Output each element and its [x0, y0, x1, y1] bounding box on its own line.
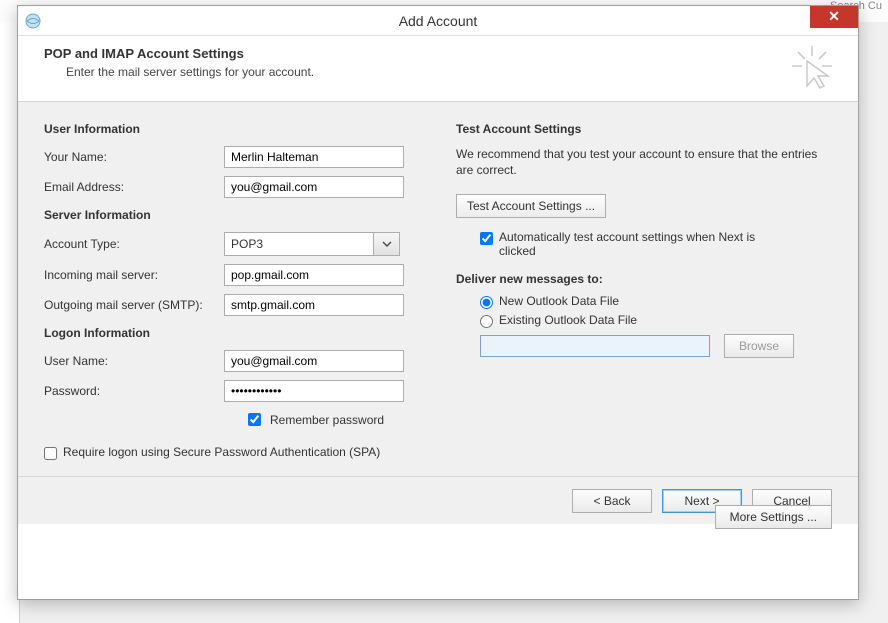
outgoing-server-label: Outgoing mail server (SMTP):	[44, 298, 224, 312]
subheader-title: POP and IMAP Account Settings	[44, 46, 832, 61]
chevron-down-icon	[382, 239, 392, 249]
user-info-heading: User Information	[44, 122, 420, 136]
deliver-new-label: New Outlook Data File	[499, 294, 619, 308]
deliver-new-radio[interactable]	[480, 296, 493, 309]
test-settings-description: We recommend that you test your account …	[456, 146, 832, 178]
spa-label: Require logon using Secure Password Auth…	[63, 445, 380, 459]
left-column: User Information Your Name: Email Addres…	[44, 122, 420, 464]
incoming-server-input[interactable]	[224, 264, 404, 286]
right-column: Test Account Settings We recommend that …	[456, 122, 832, 464]
more-settings-button[interactable]: More Settings ...	[715, 505, 832, 529]
remember-password-label: Remember password	[270, 413, 384, 427]
subheader-subtitle: Enter the mail server settings for your …	[66, 65, 832, 79]
deliver-heading: Deliver new messages to:	[456, 272, 832, 286]
dialog-title: Add Account	[18, 13, 858, 29]
cursor-star-icon	[792, 46, 836, 95]
deliver-existing-label: Existing Outlook Data File	[499, 313, 637, 327]
spa-checkbox[interactable]	[44, 447, 57, 460]
auto-test-label: Automatically test account settings when…	[499, 230, 779, 258]
server-info-heading: Server Information	[44, 208, 420, 222]
account-type-dropdown-button[interactable]	[374, 232, 400, 256]
test-settings-heading: Test Account Settings	[456, 122, 832, 136]
browse-button[interactable]: Browse	[724, 334, 794, 358]
account-type-value: POP3	[224, 232, 374, 256]
your-name-label: Your Name:	[44, 150, 224, 164]
email-input[interactable]	[224, 176, 404, 198]
outgoing-server-input[interactable]	[224, 294, 404, 316]
username-label: User Name:	[44, 354, 224, 368]
deliver-existing-radio[interactable]	[480, 315, 493, 328]
dialog-subheader: POP and IMAP Account Settings Enter the …	[18, 36, 858, 102]
password-input[interactable]	[224, 380, 404, 402]
password-label: Password:	[44, 384, 224, 398]
account-type-label: Account Type:	[44, 237, 224, 251]
existing-data-file-input[interactable]	[480, 335, 710, 357]
close-icon: ✕	[828, 8, 840, 25]
your-name-input[interactable]	[224, 146, 404, 168]
username-input[interactable]	[224, 350, 404, 372]
remember-password-checkbox[interactable]	[248, 413, 261, 426]
incoming-server-label: Incoming mail server:	[44, 268, 224, 282]
logon-info-heading: Logon Information	[44, 326, 420, 340]
email-label: Email Address:	[44, 180, 224, 194]
app-icon	[18, 12, 48, 30]
dialog-body: User Information Your Name: Email Addres…	[18, 102, 858, 476]
titlebar: Add Account ✕	[18, 6, 858, 36]
test-account-settings-button[interactable]: Test Account Settings ...	[456, 194, 606, 218]
add-account-dialog: Add Account ✕ POP and IMAP Account Setti…	[17, 5, 859, 600]
back-button[interactable]: < Back	[572, 489, 652, 513]
auto-test-checkbox[interactable]	[480, 232, 493, 245]
close-button[interactable]: ✕	[810, 6, 858, 28]
